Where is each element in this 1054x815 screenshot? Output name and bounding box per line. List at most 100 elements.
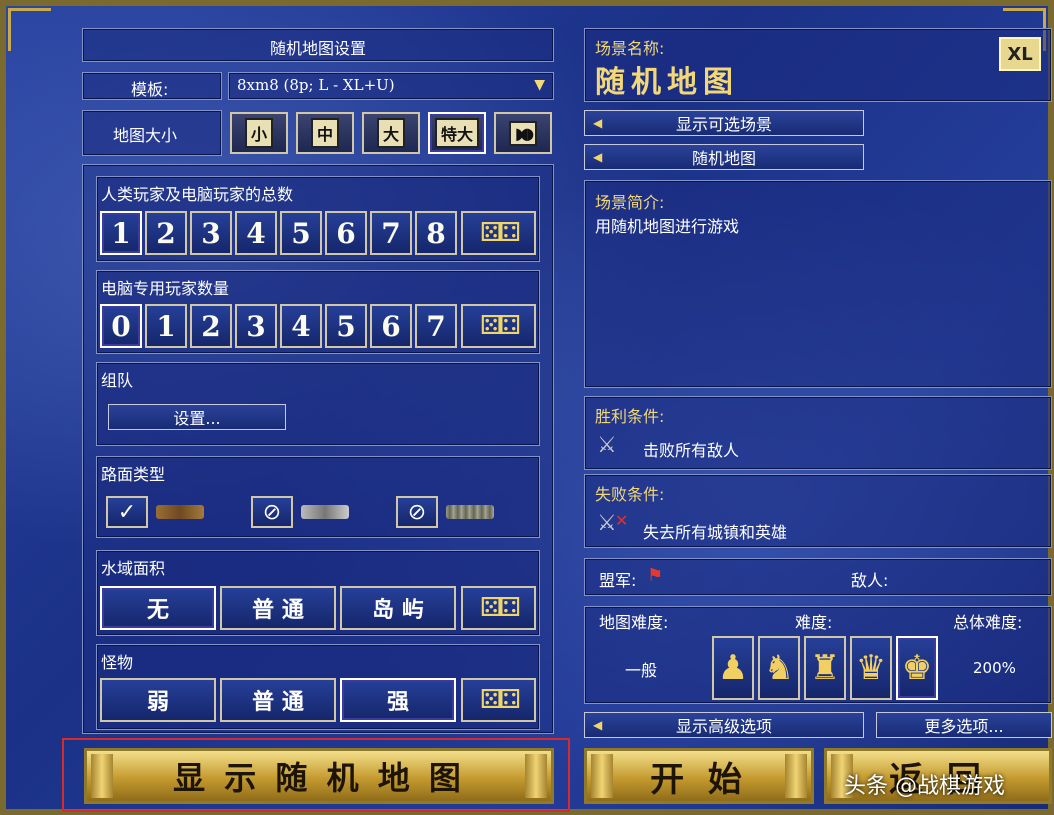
underground-toggle-button[interactable]: ◗◖◗: [494, 112, 552, 154]
scenario-name-panel: 场景名称: 随机地图 XL: [584, 28, 1052, 102]
random-dice-icon[interactable]: ⚄⚃: [461, 586, 536, 630]
crossed-swords-icon: ⚔: [597, 511, 617, 536]
random-dice-icon[interactable]: ⚄⚃: [461, 304, 536, 348]
computer-players-option[interactable]: 3: [235, 304, 277, 348]
template-label: 模板:: [131, 80, 169, 99]
gravel-road-icon: [301, 505, 349, 519]
computer-players-option[interactable]: 1: [145, 304, 187, 348]
scenario-name-label: 场景名称:: [595, 39, 665, 58]
red-x-icon: ✕: [615, 511, 629, 530]
map-size-medium-label: 中: [310, 118, 339, 148]
advanced-options-label: 显示高级选项: [675, 717, 772, 736]
chevron-down-icon[interactable]: ▼: [534, 77, 545, 93]
map-size-xlarge-button[interactable]: 特大: [428, 112, 486, 154]
computer-players-option[interactable]: 0: [100, 304, 142, 348]
map-size-small-label: 小: [244, 118, 273, 148]
prohibit-icon[interactable]: ⊘: [396, 496, 438, 528]
difficulty-label: 难度:: [795, 613, 833, 632]
show-scenarios-label: 显示可选场景: [675, 115, 772, 134]
players-total-option[interactable]: 7: [370, 211, 412, 255]
description-text: 用随机地图进行游戏: [595, 217, 740, 236]
map-size-large-button[interactable]: 大: [362, 112, 420, 154]
players-total-option[interactable]: 5: [280, 211, 322, 255]
computer-players-option[interactable]: 7: [415, 304, 457, 348]
show-random-map-button[interactable]: 显 示 随 机 地 图: [84, 748, 554, 804]
loss-panel: 失败条件: ⚔ ✕ 失去所有城镇和英雄: [584, 474, 1052, 548]
template-dropdown[interactable]: 8xm8 (8p; L - XL+U) ▼: [228, 72, 554, 100]
monster-option-normal[interactable]: 普 通: [220, 678, 336, 722]
scroll-ornament: [785, 754, 807, 798]
allies-label: 盟军:: [599, 571, 637, 590]
underground-icon: ◗◖◗: [508, 120, 538, 146]
description-panel: 场景简介: 用随机地图进行游戏: [584, 180, 1052, 388]
scroll-ornament: [591, 754, 613, 798]
arrow-left-icon: ◀: [593, 116, 603, 130]
frame-corner-ornament: [8, 8, 51, 51]
water-label: 水域面积: [101, 559, 166, 578]
random-dice-icon[interactable]: ⚄⚃: [461, 678, 536, 722]
overall-difficulty-label: 总体难度:: [953, 613, 1023, 632]
enemies-label: 敌人:: [851, 571, 889, 590]
players-total-option[interactable]: 2: [145, 211, 187, 255]
computer-players-option[interactable]: 2: [190, 304, 232, 348]
checkmark-icon[interactable]: ✓: [106, 496, 148, 528]
random-dice-icon[interactable]: ⚄⚃: [461, 211, 536, 255]
king-icon[interactable]: ♚: [896, 636, 938, 700]
teams-label: 组队: [101, 371, 134, 390]
monster-option-weak[interactable]: 弱: [100, 678, 216, 722]
victory-text: 击败所有敌人: [643, 441, 740, 460]
map-size-label-panel: 地图大小: [82, 110, 222, 156]
prohibit-icon[interactable]: ⊘: [251, 496, 293, 528]
dirt-road-icon: [156, 505, 204, 519]
computer-players-label: 电脑专用玩家数量: [101, 279, 230, 298]
show-scenarios-button[interactable]: ◀ 显示可选场景: [584, 110, 864, 136]
players-total-option[interactable]: 6: [325, 211, 367, 255]
loss-text: 失去所有城镇和英雄: [643, 523, 788, 542]
victory-panel: 胜利条件: ⚔ 击败所有敌人: [584, 396, 1052, 470]
road-type-label: 路面类型: [101, 465, 166, 484]
monster-label: 怪物: [101, 653, 134, 672]
show-random-map-label: 显 示 随 机 地 图: [173, 759, 465, 797]
map-difficulty-label: 地图难度:: [599, 613, 669, 632]
computer-players-option[interactable]: 4: [280, 304, 322, 348]
red-flag-icon: ⚑: [647, 565, 664, 586]
rook-icon[interactable]: ♜: [804, 636, 846, 700]
start-button[interactable]: 开 始: [584, 748, 814, 804]
players-total-option[interactable]: 8: [415, 211, 457, 255]
left-title-panel: 随机地图设置: [82, 28, 554, 62]
players-total-option[interactable]: 4: [235, 211, 277, 255]
road-type-section: 路面类型: [96, 456, 540, 538]
knight-icon[interactable]: ♞: [758, 636, 800, 700]
teams-setup-button[interactable]: 设置...: [108, 404, 286, 430]
description-label: 场景简介:: [595, 193, 665, 212]
water-option-islands[interactable]: 岛 屿: [340, 586, 456, 630]
scroll-ornament: [91, 754, 113, 798]
map-size-label: 地图大小: [113, 126, 178, 145]
map-size-medium-button[interactable]: 中: [296, 112, 354, 154]
pawn-icon[interactable]: ♟: [712, 636, 754, 700]
map-size-badge: XL: [999, 37, 1041, 71]
scenario-name: 随机地图: [595, 65, 739, 100]
computer-players-option[interactable]: 6: [370, 304, 412, 348]
computer-players-option[interactable]: 5: [325, 304, 367, 348]
advanced-options-button[interactable]: ◀ 显示高级选项: [584, 712, 864, 738]
players-total-option[interactable]: 1: [100, 211, 142, 255]
map-size-small-button[interactable]: 小: [230, 112, 288, 154]
random-map-label: 随机地图: [691, 149, 756, 168]
map-size-xlarge-label: 特大: [434, 118, 479, 148]
crossed-swords-icon: ⚔: [597, 433, 617, 458]
random-map-button[interactable]: ◀ 随机地图: [584, 144, 864, 170]
monster-option-strong[interactable]: 强: [340, 678, 456, 722]
water-option-normal[interactable]: 普 通: [220, 586, 336, 630]
water-option-none[interactable]: 无: [100, 586, 216, 630]
cobblestone-road-icon: [446, 505, 494, 519]
players-total-option[interactable]: 3: [190, 211, 232, 255]
queen-icon[interactable]: ♛: [850, 636, 892, 700]
scroll-ornament: [525, 754, 547, 798]
template-label-panel: 模板:: [82, 72, 222, 100]
map-difficulty-value: 一般: [625, 661, 658, 680]
start-label: 开 始: [650, 759, 748, 800]
more-options-button[interactable]: 更多选项...: [876, 712, 1052, 738]
arrow-left-icon: ◀: [593, 718, 603, 732]
loss-label: 失败条件:: [595, 485, 665, 504]
